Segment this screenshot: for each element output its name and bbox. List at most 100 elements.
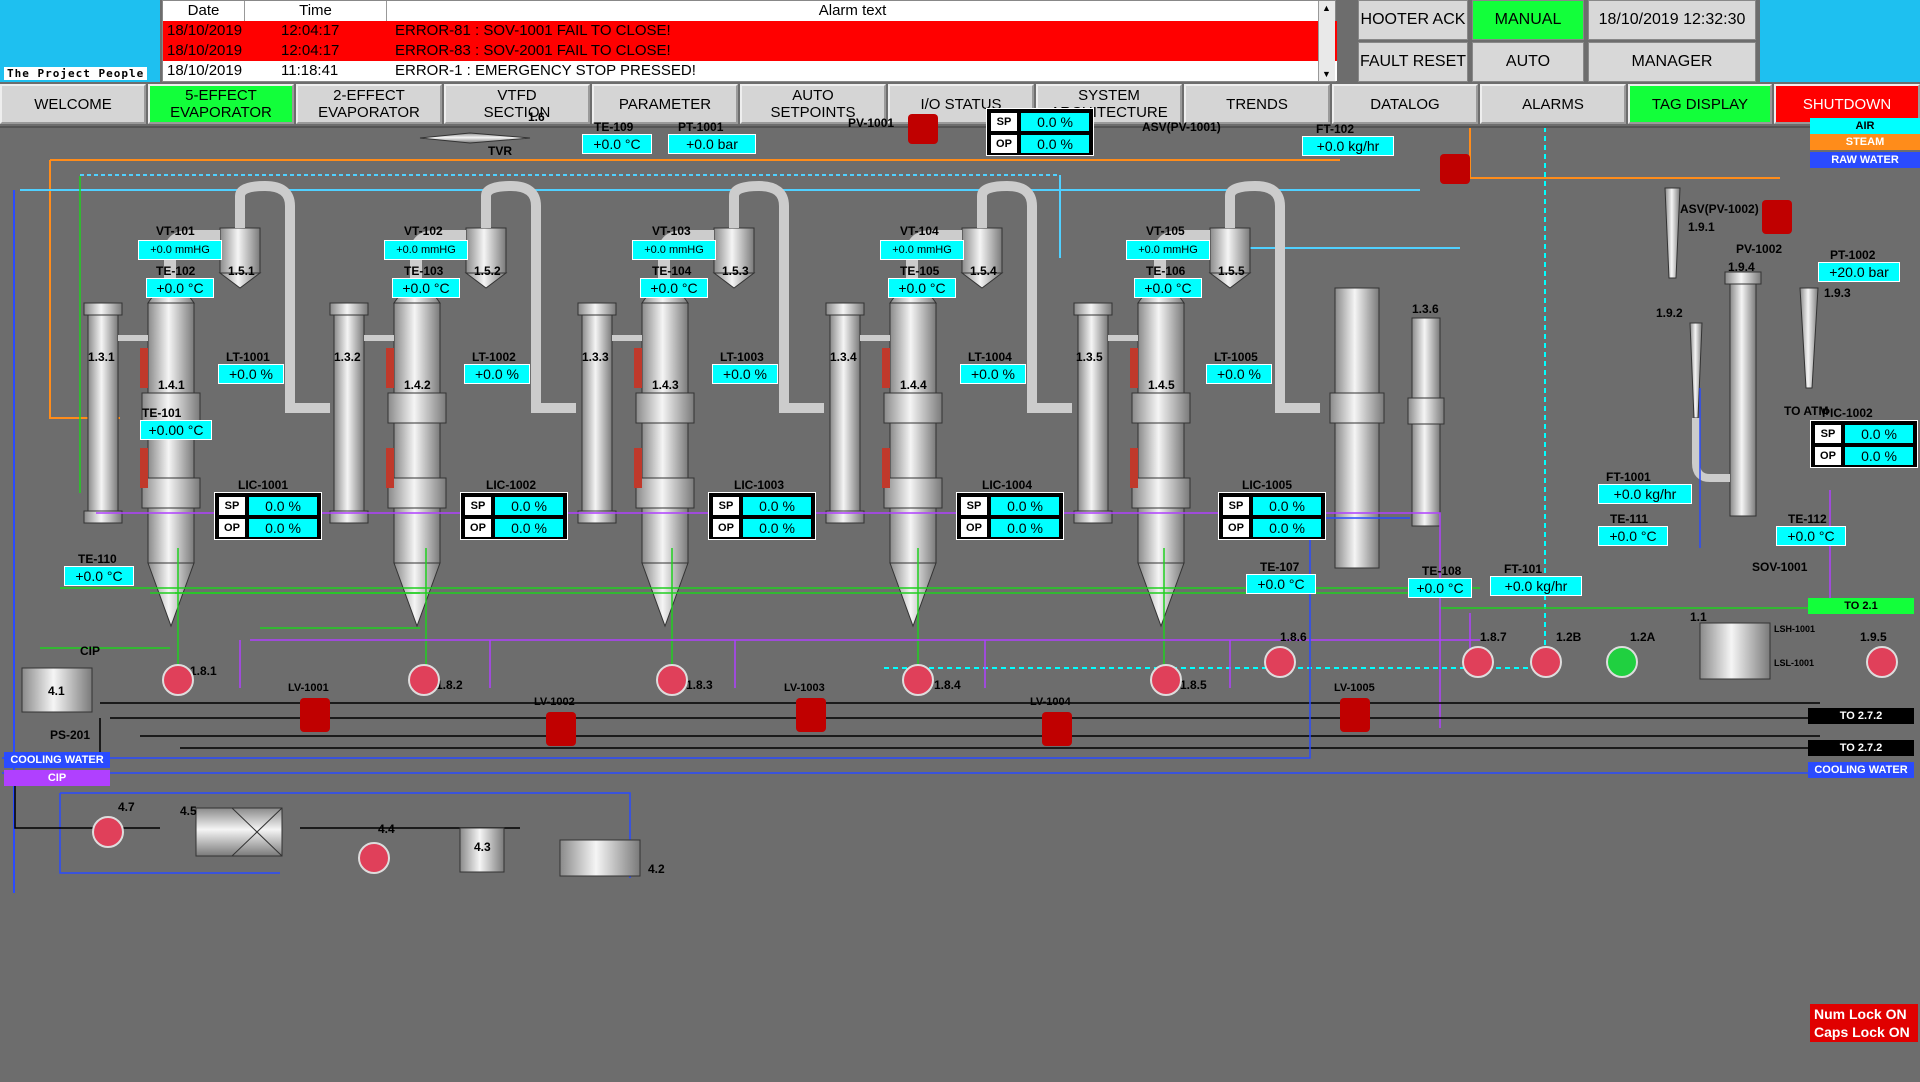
lic-sp[interactable]: 0.0 % (495, 497, 563, 515)
pv1002-label: PV-1002 (1736, 242, 1783, 256)
pic-sp[interactable]: 0.0 % (1845, 425, 1913, 443)
lic-label: LIC-1004 (982, 478, 1033, 492)
lic-faceplate[interactable]: SP 0.0 % OP 0.0 % (1218, 492, 1326, 540)
pt1002-label: PT-1002 (1830, 248, 1876, 262)
nav-alarms[interactable]: ALARMS (1480, 84, 1626, 124)
nav-trends[interactable]: TRENDS (1184, 84, 1330, 124)
body-number: 1.4.2 (404, 378, 431, 392)
cooling-water-tag: COOLING WATER (4, 752, 110, 768)
lt-label: LT-1005 (1214, 350, 1258, 364)
lic-op[interactable]: 0.0 % (249, 519, 317, 537)
cip-label: CIP (80, 644, 101, 658)
lv1004-valve-icon[interactable] (1042, 712, 1072, 746)
alarm-row[interactable]: 18/10/2019 11:18:41 ERROR-1 : EMERGENCY … (163, 61, 1337, 81)
alarm-scrollbar[interactable]: ▲ ▼ (1318, 1, 1335, 81)
auto-button[interactable]: AUTO (1472, 42, 1584, 82)
te101-value: +0.00 °C (140, 420, 212, 440)
fault-reset-button[interactable]: FAULT RESET (1358, 42, 1468, 82)
num-192: 1.9.2 (1656, 306, 1683, 320)
pic-op[interactable]: 0.0 % (1845, 447, 1913, 465)
pv1001-valve-icon[interactable] (908, 114, 938, 144)
ft1001-label: FT-1001 (1606, 470, 1651, 484)
vt-value: +0.0 mmHG (1126, 240, 1210, 260)
alarm-time: 12:04:17 (281, 22, 340, 39)
alarm-table[interactable]: Date Time Alarm text 18/10/2019 12:04:17… (162, 0, 1337, 82)
alarm-time: 11:18:41 (281, 62, 339, 79)
nav-datalog[interactable]: DATALOG (1332, 84, 1478, 124)
ft1001-value: +0.0 kg/hr (1598, 484, 1692, 504)
pv1002-valve-icon[interactable] (1762, 200, 1792, 234)
lt-label: LT-1004 (968, 350, 1012, 364)
lic-sp[interactable]: 0.0 % (991, 497, 1059, 515)
alarm-row[interactable]: 18/10/2019 12:04:17 ERROR-83 : SOV-2001 … (163, 41, 1337, 61)
pump-icon[interactable] (656, 664, 688, 696)
alarm-col-time: Time (245, 1, 387, 21)
pt1002-value: +20.0 bar (1818, 262, 1900, 282)
num-lock-status: Num Lock ON (1814, 1006, 1907, 1022)
pump-44-icon[interactable] (358, 842, 390, 874)
lic-faceplate[interactable]: SP 0.0 % OP 0.0 % (708, 492, 816, 540)
lic-faceplate[interactable]: SP 0.0 % OP 0.0 % (214, 492, 322, 540)
pump-195-icon[interactable] (1866, 646, 1898, 678)
te-label: TE-102 (156, 264, 196, 278)
manual-button[interactable]: MANUAL (1472, 0, 1584, 40)
vt-label: VT-101 (156, 224, 195, 238)
pump-icon[interactable] (902, 664, 934, 696)
lt-label: LT-1003 (720, 350, 764, 364)
hooter-ack-button[interactable]: HOOTER ACK (1358, 0, 1468, 40)
pv1001-faceplate[interactable]: SP 0.0 % OP 0.0 % (986, 108, 1094, 156)
pump-12a-icon[interactable] (1606, 646, 1638, 678)
tank-42-label: 4.2 (648, 862, 665, 876)
to-272-tag: TO 2.7.2 (1808, 708, 1914, 724)
nav-5-effect-evaporator[interactable]: 5-EFFECT EVAPORATOR (148, 84, 294, 124)
pump-icon[interactable] (162, 664, 194, 696)
lv1003-valve-icon[interactable] (796, 698, 826, 732)
scroll-down-icon[interactable]: ▼ (1322, 69, 1331, 79)
pump-icon[interactable] (408, 664, 440, 696)
nav-vtfd-section[interactable]: VTFD SECTION (444, 84, 590, 124)
lic-sp[interactable]: 0.0 % (1253, 497, 1321, 515)
user-display[interactable]: MANAGER (1588, 42, 1756, 82)
lic-faceplate[interactable]: SP 0.0 % OP 0.0 % (956, 492, 1064, 540)
pv1001-sp[interactable]: 0.0 % (1021, 113, 1089, 131)
lt-label: LT-1002 (472, 350, 516, 364)
nav-tag-display[interactable]: TAG DISPLAY (1628, 84, 1772, 124)
lic-op[interactable]: 0.0 % (991, 519, 1059, 537)
pump-47-icon[interactable] (92, 816, 124, 848)
lic-faceplate[interactable]: SP 0.0 % OP 0.0 % (460, 492, 568, 540)
lic-label: LIC-1003 (734, 478, 785, 492)
lic-sp[interactable]: 0.0 % (249, 497, 317, 515)
nav-welcome[interactable]: WELCOME (0, 84, 146, 124)
column-number: 1.3.4 (830, 350, 857, 364)
lv1002-valve-icon[interactable] (546, 712, 576, 746)
lv1005-valve-icon[interactable] (1340, 698, 1370, 732)
nav-2-effect-evaporator[interactable]: 2-EFFECT EVAPORATOR (296, 84, 442, 124)
pump-icon[interactable] (1150, 664, 1182, 696)
lv-label: LV-1001 (288, 682, 329, 694)
te-label: TE-106 (1146, 264, 1186, 278)
control-valve-icon[interactable] (1440, 154, 1470, 184)
raw-water-tag: RAW WATER (1810, 152, 1920, 168)
lv1001-valve-icon[interactable] (300, 698, 330, 732)
lic-op[interactable]: 0.0 % (743, 519, 811, 537)
vt-value: +0.0 mmHG (632, 240, 716, 260)
pump-47-label: 4.7 (118, 800, 135, 814)
pump-186-icon[interactable] (1264, 646, 1296, 678)
nav-parameter[interactable]: PARAMETER (592, 84, 738, 124)
header-panel (1760, 0, 1920, 82)
scroll-up-icon[interactable]: ▲ (1322, 3, 1331, 13)
pump-12b-label: 1.2B (1556, 630, 1582, 644)
pump-187-icon[interactable] (1462, 646, 1494, 678)
lic-op[interactable]: 0.0 % (1253, 519, 1321, 537)
lic-op[interactable]: 0.0 % (495, 519, 563, 537)
pump-12b-icon[interactable] (1530, 646, 1562, 678)
te-value: +0.0 °C (1134, 278, 1202, 298)
air-tag: AIR (1810, 118, 1920, 134)
vt-label: VT-105 (1146, 224, 1185, 238)
alarm-row[interactable]: 18/10/2019 12:04:17 ERROR-81 : SOV-1001 … (163, 21, 1337, 41)
lic-sp[interactable]: 0.0 % (743, 497, 811, 515)
te107-label: TE-107 (1260, 560, 1300, 574)
pv1001-op[interactable]: 0.0 % (1021, 135, 1089, 153)
pump-number: 1.8.2 (436, 678, 463, 692)
pic1002-faceplate[interactable]: SP 0.0 % OP 0.0 % (1810, 420, 1918, 468)
